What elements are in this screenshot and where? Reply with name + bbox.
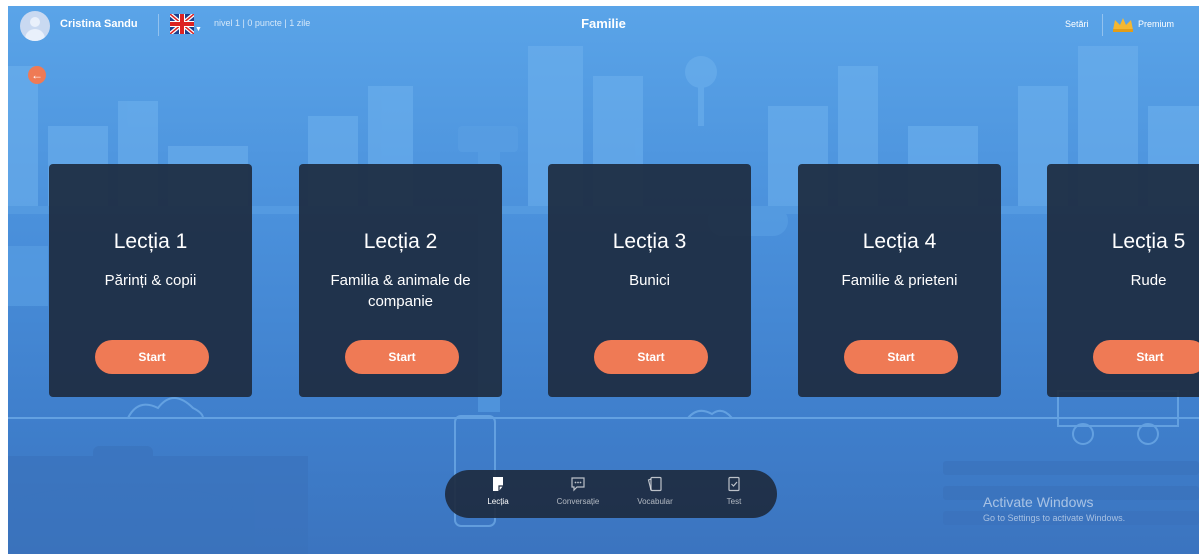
nav-label: Lecția (487, 497, 509, 506)
lesson-title: Lecția 4 (862, 230, 937, 253)
lesson-card-1: Lecția 1 Părinți & copii Start (49, 164, 252, 397)
start-button[interactable]: Start (95, 340, 209, 374)
lesson-title: Lecția 1 (113, 230, 188, 253)
watermark-subtitle: Go to Settings to activate Windows. (983, 513, 1126, 523)
lesson-icon (493, 477, 503, 491)
lesson-card-2: Lecția 2 Familia & animale de companie S… (299, 164, 502, 397)
nav-label: Vocabular (637, 497, 673, 506)
nav-label: Conversație (556, 497, 600, 506)
divider (1102, 14, 1103, 36)
lesson-title: Lecția 3 (612, 230, 687, 253)
start-button[interactable]: Start (844, 340, 958, 374)
start-button[interactable]: Start (594, 340, 708, 374)
lesson-subtitle: Părinți & copii (104, 272, 197, 289)
lesson-card-4: Lecția 4 Familie & prieteni Start (798, 164, 1001, 397)
lesson-card-3: Lecția 3 Bunici Start (548, 164, 751, 397)
lesson-subtitle: Bunici (629, 272, 670, 289)
page-title: Familie (581, 16, 626, 31)
cards-icon (647, 476, 662, 492)
nav-label: Test (726, 497, 742, 506)
start-button[interactable]: Start (1093, 340, 1199, 374)
premium-link[interactable]: Premium (1138, 19, 1174, 29)
nav-item-vocabulary[interactable]: Vocabular (620, 476, 690, 506)
nav-item-conversation[interactable]: Conversație (543, 476, 613, 506)
chat-icon (571, 477, 585, 492)
lesson-card-5: Lecția 5 Rude Start (1047, 164, 1199, 397)
back-arrow-icon[interactable]: ← (28, 66, 46, 84)
top-bar: Cristina Sandu ▼ nivel 1 | 0 puncte | 1 … (8, 6, 1199, 44)
app-window: Cristina Sandu ▼ nivel 1 | 0 puncte | 1 … (8, 6, 1199, 554)
bottom-nav: Lecția Conversație Vocabular Test (445, 470, 777, 518)
settings-link[interactable]: Setări (1065, 19, 1089, 29)
activate-windows-watermark: Activate Windows Go to Settings to activ… (983, 494, 1125, 523)
watermark-title: Activate Windows (983, 494, 1094, 510)
nav-item-lesson[interactable]: Lecția (463, 476, 533, 506)
test-icon (728, 476, 740, 492)
lesson-title: Lecția 2 (363, 230, 438, 253)
lesson-title: Lecția 5 (1111, 230, 1186, 253)
lesson-subtitle: Rude (1130, 272, 1167, 289)
lesson-subtitle: Familie & prieteni (841, 272, 958, 289)
lesson-subtitle: Familia & animale de companie (330, 272, 471, 310)
nav-item-test[interactable]: Test (699, 476, 769, 506)
start-button[interactable]: Start (345, 340, 459, 374)
crown-icon[interactable] (1112, 16, 1134, 32)
